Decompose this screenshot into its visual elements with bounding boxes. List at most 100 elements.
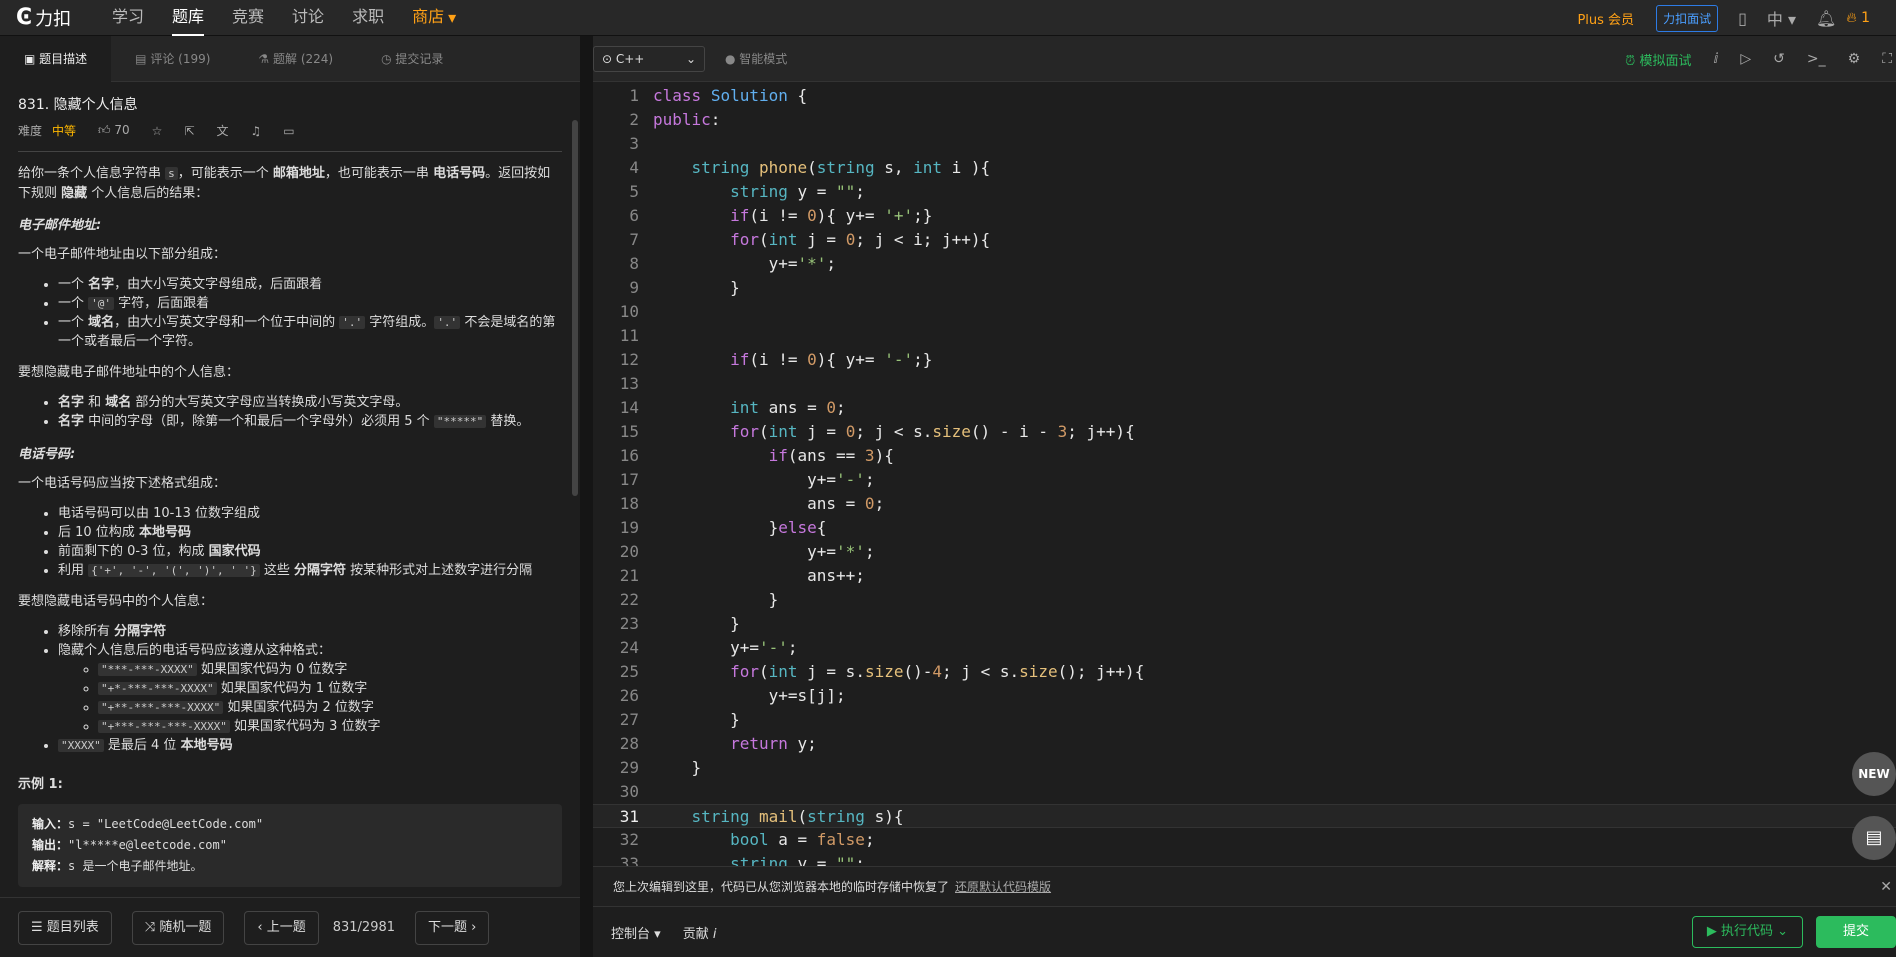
logo[interactable]: Ͼ 力扣 <box>16 5 98 31</box>
main-nav: 学习 题库 竞赛 讨论 求职 商店 ▾ <box>98 0 456 36</box>
streak-counter[interactable]: 🔥︎ 1 <box>1846 10 1870 26</box>
code-line[interactable]: 11 <box>593 324 1896 348</box>
play-icon[interactable]: ▷ <box>1740 51 1751 67</box>
reset-icon[interactable]: ↺ <box>1773 51 1785 67</box>
line-number: 23 <box>619 614 639 633</box>
notes-icon[interactable]: ▤ <box>1852 816 1896 860</box>
line-number: 8 <box>629 254 639 273</box>
code-line[interactable]: 27 } <box>593 708 1896 732</box>
info-icon[interactable]: ⅈ <box>1713 51 1718 67</box>
code-text: if(i != 0){ y+= '+';} <box>730 206 933 225</box>
code-line[interactable]: 17 y+='-'; <box>593 468 1896 492</box>
problem-title: 831. 隐藏个人信息 <box>18 97 138 113</box>
page-indicator: 831/2981 <box>332 920 396 935</box>
like-button[interactable]: 👍︎ 70 <box>98 123 130 138</box>
interview-button[interactable]: 力扣面试 <box>1656 4 1719 32</box>
code-line[interactable]: 8 y+='*'; <box>593 252 1896 276</box>
bell-icon[interactable]: ♫ <box>251 124 262 138</box>
fullscreen-icon[interactable]: ⛶ <box>1882 51 1892 67</box>
bell-icon[interactable]: 🔔︎ <box>1816 9 1836 28</box>
feedback-icon[interactable]: ▭ <box>283 124 294 138</box>
code-line[interactable]: 21 ans++; <box>593 564 1896 588</box>
language-switch[interactable]: 中 ▾ <box>1767 6 1796 30</box>
code-line[interactable]: 33 string y = ""; <box>593 852 1896 866</box>
problem-footer: ☰ 题目列表 ⤨ 随机一题 ‹ 上一题 831/2981 下一题 › <box>0 897 580 957</box>
code-line[interactable]: 4 string phone(string s, int i ){ <box>593 156 1896 180</box>
code-text: y+=s[j]; <box>653 686 846 705</box>
code-text: y+='*'; <box>653 254 837 273</box>
code-line[interactable]: 15 for(int j = 0; j < s.size() - i - 3; … <box>593 420 1896 444</box>
code-line[interactable]: 9 } <box>593 276 1896 300</box>
code-line[interactable]: 24 y+='-'; <box>593 636 1896 660</box>
code-line[interactable]: 2 public: <box>593 108 1896 132</box>
restore-default-link[interactable]: 还原默认代码模版 <box>955 878 1051 895</box>
submit-button[interactable]: 提交 <box>1816 916 1896 948</box>
nav-item[interactable]: 竞赛 <box>218 0 278 36</box>
star-icon[interactable]: ☆ <box>152 124 163 138</box>
code-line[interactable]: 29 } <box>593 756 1896 780</box>
terminal-icon[interactable]: >_ <box>1807 51 1826 67</box>
description-scrollbar[interactable] <box>572 120 578 496</box>
code-line[interactable]: 25 for(int j = s.size()-4; j < s.size();… <box>593 660 1896 684</box>
contribute-link[interactable]: 贡献 i <box>683 923 717 942</box>
prev-problem-button[interactable]: ‹ 上一题 <box>244 910 319 945</box>
plus-member-link[interactable]: Plus 会员 <box>1577 9 1634 28</box>
code-line[interactable]: 23 } <box>593 612 1896 636</box>
code-line[interactable]: 6 if(i != 0){ y+= '+';} <box>593 204 1896 228</box>
close-icon[interactable]: ✕ <box>1880 879 1892 895</box>
code-text: }else{ <box>653 518 827 537</box>
code-line[interactable]: 7 for(int j = 0; j < i; j++){ <box>593 228 1896 252</box>
code-line[interactable]: 18 ans = 0; <box>593 492 1896 516</box>
code-line[interactable]: 13 <box>593 372 1896 396</box>
tab-submissions[interactable]: ◷ 提交记录 <box>357 36 467 82</box>
mock-interview-button[interactable]: ⏰︎ 模拟面试 <box>1625 50 1691 69</box>
code-line[interactable]: 3 <box>593 132 1896 156</box>
problem-list-button[interactable]: ☰ 题目列表 <box>18 910 112 945</box>
code-editor[interactable]: 1 class Solution {2 public: 3 4 string phone… <box>593 82 1896 866</box>
code-text: for(int j = 0; j < i; j++){ <box>730 230 991 249</box>
language-select[interactable]: ⊙ C++ ⌄ <box>593 45 705 72</box>
line-number: 31 <box>619 807 639 826</box>
translate-icon[interactable]: 文 <box>217 122 229 139</box>
code-line[interactable]: 32 bool a = false; <box>593 828 1896 852</box>
list-item: 隐藏个人信息后的电话号码应该遵从这种格式： "***-***-XXXX" 如果国… <box>58 641 562 736</box>
code-text: } <box>653 758 702 777</box>
nav-item-shop[interactable]: 商店 <box>398 0 458 36</box>
nav-item[interactable]: 学习 <box>98 0 158 36</box>
new-feature-button[interactable]: NEW <box>1852 752 1896 796</box>
line-number: 16 <box>619 446 639 465</box>
line-number: 14 <box>619 398 639 417</box>
code-line[interactable]: 28 return y; <box>593 732 1896 756</box>
code-line[interactable]: 31 string mail(string s){ <box>593 804 1896 828</box>
nav-item[interactable]: 求职 <box>338 0 398 36</box>
code-text: y+='-'; <box>653 638 798 657</box>
tab-comments[interactable]: ▤ 评论 (199) <box>111 36 234 82</box>
code-line[interactable]: 16 if(ans == 3){ <box>593 444 1896 468</box>
phone-icon[interactable]: ▯ <box>1738 9 1747 28</box>
next-problem-button[interactable]: 下一题 › <box>415 910 490 945</box>
code-line[interactable]: 22 } <box>593 588 1896 612</box>
code-text: return y; <box>730 734 817 753</box>
nav-item[interactable]: 题库 <box>158 0 218 36</box>
code-line[interactable]: 10 <box>593 300 1896 324</box>
nav-item[interactable]: 讨论 <box>278 0 338 36</box>
email-heading: 电子邮件地址: <box>18 218 102 233</box>
code-line[interactable]: 14 int ans = 0; <box>593 396 1896 420</box>
tab-solutions[interactable]: ⚗ 题解 (224) <box>234 36 357 82</box>
console-toggle[interactable]: 控制台 ▾ <box>611 923 661 942</box>
code-line[interactable]: 19 }else{ <box>593 516 1896 540</box>
run-code-button[interactable]: ▶ 执行代码 ⌄ <box>1691 916 1803 948</box>
random-problem-button[interactable]: ⤨ 随机一题 <box>131 910 225 945</box>
code-line[interactable]: 12 if(i != 0){ y+= '-';} <box>593 348 1896 372</box>
code-line[interactable]: 20 y+='*'; <box>593 540 1896 564</box>
code-line[interactable]: 26 y+=s[j]; <box>593 684 1896 708</box>
list-item: "XXXX" 是最后 4 位 本地号码 <box>58 736 562 755</box>
code-line[interactable]: 1 class Solution { <box>593 84 1896 108</box>
settings-icon[interactable]: ⚙ <box>1848 51 1861 67</box>
smart-mode-toggle[interactable]: ● 智能模式 <box>725 50 787 67</box>
share-icon[interactable]: ⇱ <box>184 124 194 138</box>
code-line[interactable]: 5 string y = ""; <box>593 180 1896 204</box>
code-line[interactable]: 30 <box>593 780 1896 804</box>
tab-description[interactable]: ▣ 题目描述 <box>0 35 112 82</box>
pane-splitter[interactable] <box>580 36 593 957</box>
